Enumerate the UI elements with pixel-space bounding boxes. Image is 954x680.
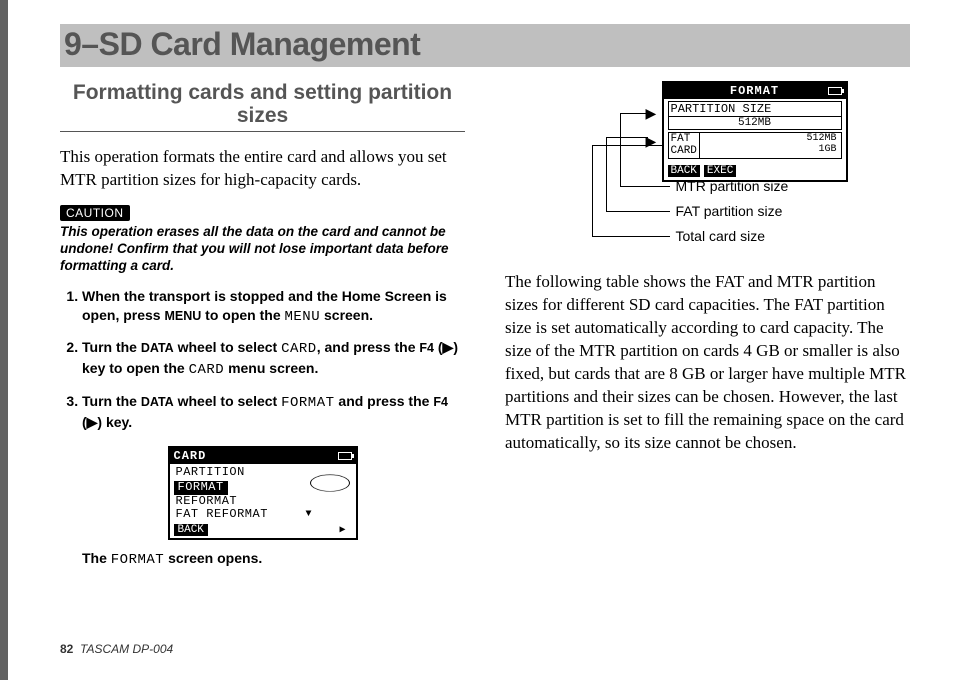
- scroll-down-icon: ▼: [305, 509, 311, 520]
- battery-icon: [828, 87, 842, 95]
- step-3: Turn the DATA wheel to select FORMAT and…: [82, 392, 465, 432]
- right-column: FORMAT PARTITION SIZE 512MB FAT CARD 5: [505, 81, 910, 568]
- step-1: When the transport is stopped and the Ho…: [82, 287, 465, 327]
- page-footer: 82 TASCAM DP-004: [60, 642, 173, 656]
- chapter-header: 9–SD Card Management: [60, 24, 910, 67]
- callout-mtr: MTR partition size: [676, 178, 789, 194]
- play-icon: ▶: [339, 524, 345, 536]
- lcd-format-screenshot: FORMAT PARTITION SIZE 512MB FAT CARD 5: [662, 81, 848, 182]
- product-name: TASCAM DP-004: [80, 642, 173, 656]
- arrow-icon: ▶: [646, 133, 657, 150]
- step-2: Turn the DATA wheel to select CARD, and …: [82, 338, 465, 380]
- section-title: Formatting cards and setting partition s…: [60, 81, 465, 132]
- lcd-card-screenshot: CARD PARTITION FORMAT REFORMAT FAT REFOR…: [60, 446, 465, 540]
- page-number: 82: [60, 642, 73, 656]
- intro-paragraph: This operation formats the entire card a…: [60, 146, 465, 192]
- step-result: The FORMAT screen opens.: [60, 550, 465, 568]
- format-screen-diagram: FORMAT PARTITION SIZE 512MB FAT CARD 5: [505, 81, 910, 251]
- disc-icon: [310, 474, 350, 491]
- left-column: Formatting cards and setting partition s…: [60, 81, 465, 568]
- explanation-paragraph: The following table shows the FAT and MT…: [505, 271, 910, 455]
- chapter-title: 9–SD Card Management: [60, 26, 910, 63]
- callout-fat: FAT partition size: [676, 203, 783, 219]
- caution-text: This operation erases all the data on th…: [60, 224, 465, 275]
- steps-list: When the transport is stopped and the Ho…: [60, 287, 465, 432]
- battery-icon: [338, 452, 352, 460]
- callout-total: Total card size: [676, 228, 765, 244]
- caution-badge: CAUTION: [60, 205, 130, 221]
